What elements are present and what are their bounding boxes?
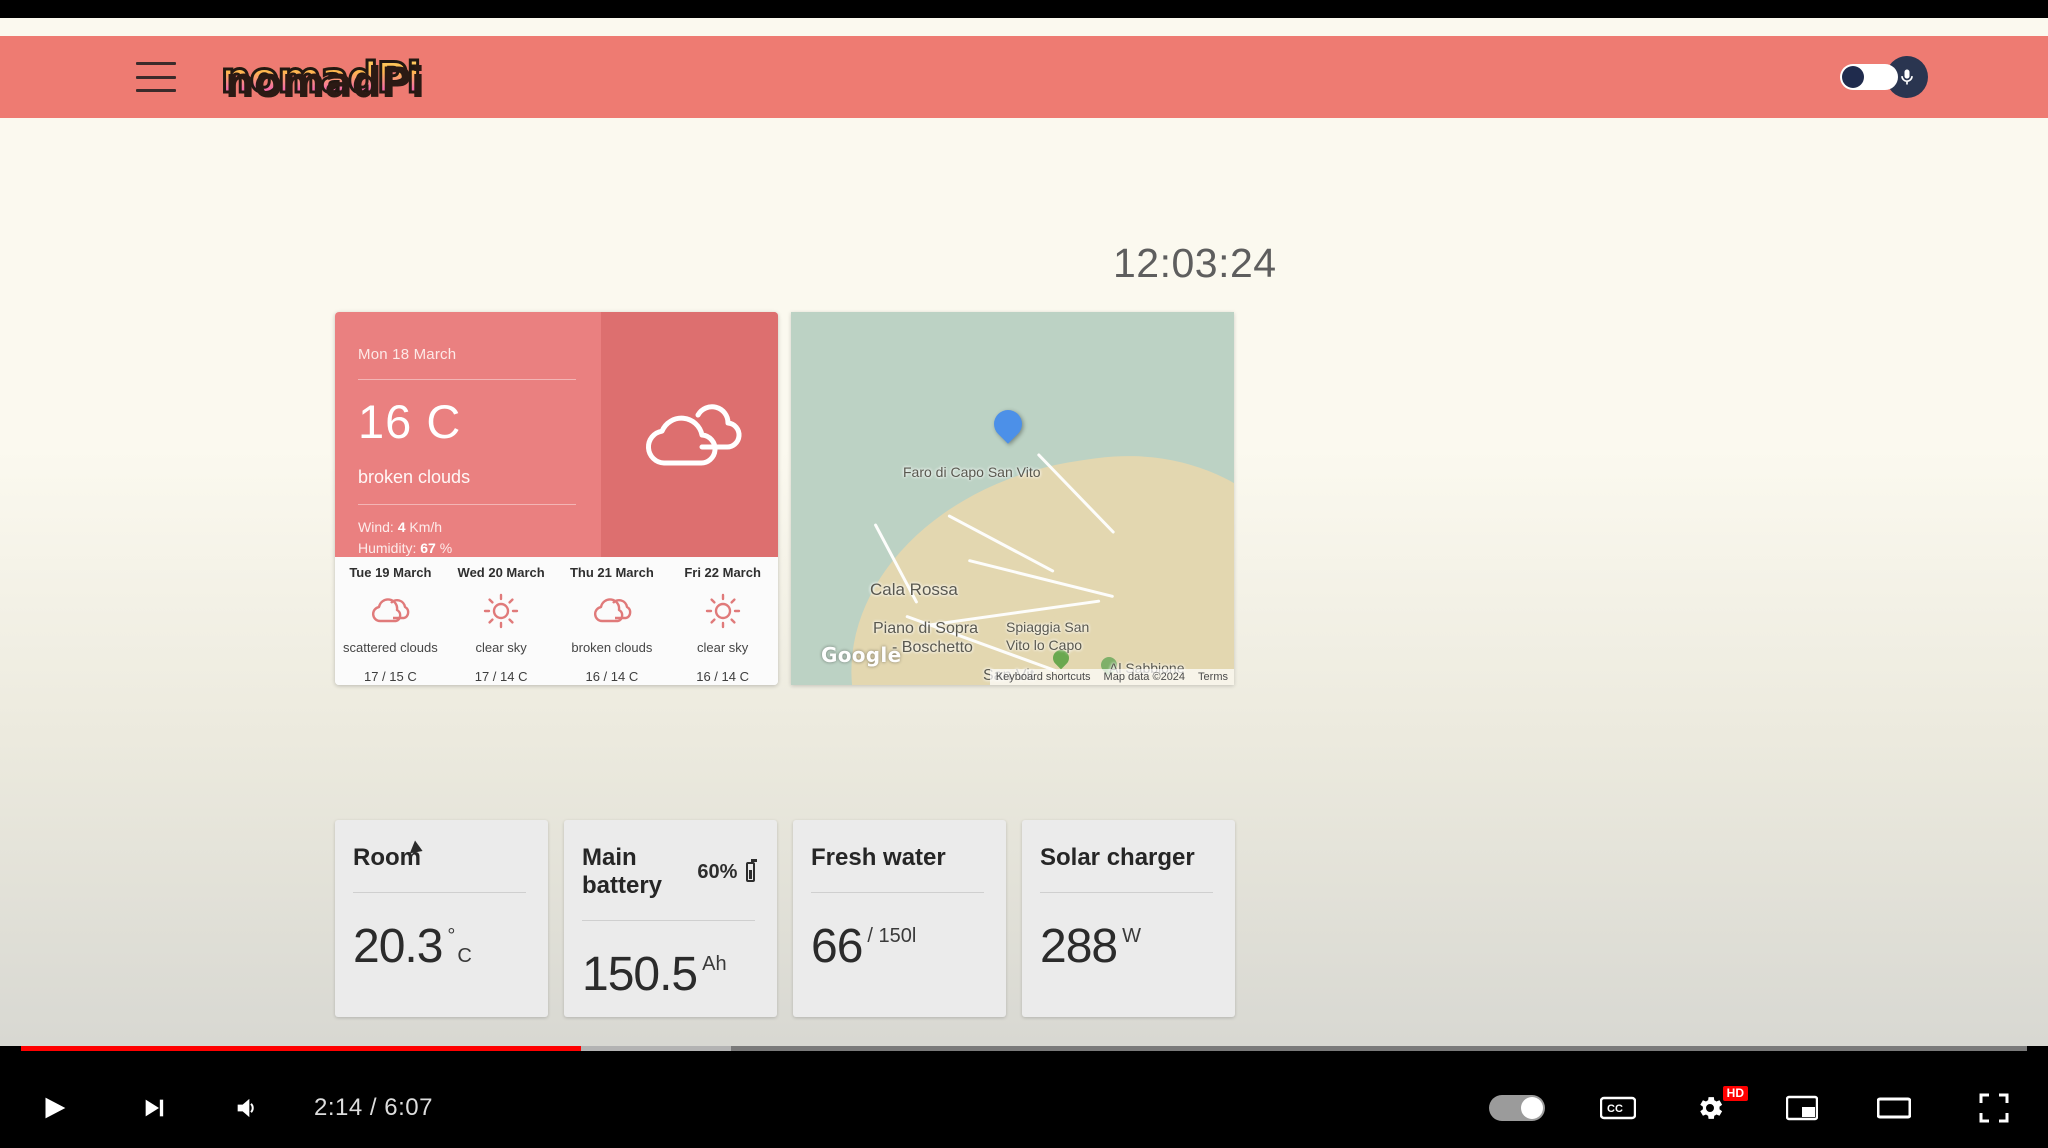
clock: 12:03:24	[1113, 240, 1277, 286]
forecast-temps: 17 / 15 C	[363, 669, 417, 684]
broken-clouds-icon	[645, 403, 741, 466]
progress-bar[interactable]	[21, 1046, 2027, 1051]
forecast-description: scattered clouds	[343, 640, 438, 655]
player-controls: 2:14 / 6:07 CC HD	[0, 1028, 2048, 1148]
divider	[1040, 892, 1213, 893]
video-content[interactable]: nomadPi 12:03:24 Mon 18 March 16 C broke…	[0, 18, 2048, 1046]
fullscreen-icon[interactable]	[1940, 1068, 2048, 1148]
google-watermark: Google	[821, 643, 902, 667]
map-label: Piano di Sopra	[873, 620, 978, 637]
location-pin[interactable]	[988, 404, 1028, 444]
youtube-player: nomadPi 12:03:24 Mon 18 March 16 C broke…	[0, 0, 2048, 1148]
stat-unit: Ah	[702, 953, 727, 975]
forecast-temps: 17 / 14 C	[474, 669, 528, 684]
stat-value-group: 66 / 150l	[811, 919, 984, 974]
settings-button[interactable]: HD	[1664, 1068, 1756, 1148]
forecast-day-label: Fri 22 March	[684, 565, 761, 580]
stat-value-group: 288 W	[1040, 919, 1213, 974]
hd-badge: HD	[1722, 1086, 1748, 1102]
gear-icon	[1700, 1097, 1723, 1119]
map-label: Vito lo Capo	[1006, 637, 1083, 653]
closed-captions-icon[interactable]: CC	[1572, 1068, 1664, 1148]
weather-description: broken clouds	[358, 467, 471, 487]
stat-unit: / 150l	[867, 925, 917, 947]
forecast-description: clear sky	[475, 640, 527, 655]
weather-date: Mon 18 March	[358, 346, 457, 363]
app-header: nomadPi	[0, 36, 2048, 118]
forecast-temps: 16 / 14 C	[585, 669, 639, 684]
scattered-clouds-icon	[335, 588, 446, 634]
weather-temperature: 16 C	[358, 395, 462, 448]
stat-title-group: Main battery 60%	[582, 844, 757, 900]
forecast-day: Fri 22 March clear sky 16 / 14 C	[667, 565, 778, 685]
stat-card-main-battery[interactable]: Main battery 60% 150.5 Ah	[564, 820, 777, 1017]
stat-value: 66	[811, 920, 863, 973]
time-display: 2:14 / 6:07	[314, 1094, 433, 1121]
broken-clouds-icon	[557, 588, 668, 634]
clear-sky-icon	[667, 588, 778, 634]
stat-value: 288	[1040, 920, 1118, 973]
stat-card-solar-charger[interactable]: Solar charger 288 W	[1022, 820, 1235, 1017]
forecast-day: Wed 20 March clear sky 17 / 14 C	[446, 565, 557, 685]
forecast-temps: 16 / 14 C	[696, 669, 749, 684]
forecast-day-label: Thu 21 March	[569, 565, 654, 580]
divider	[582, 920, 755, 921]
power-toggle[interactable]	[1840, 64, 1898, 90]
header-controls	[1840, 56, 1928, 98]
theater-mode-icon[interactable]	[1848, 1068, 1940, 1148]
nomadpi-logo: nomadPi	[219, 51, 422, 103]
stat-title: Main battery	[582, 844, 663, 899]
map-label: Cala Rossa	[870, 580, 958, 599]
weather-current: Mon 18 March 16 C broken clouds Wind: 4 …	[335, 312, 778, 557]
stat-title: Room	[353, 844, 421, 871]
keyboard-shortcuts-link[interactable]: Keyboard shortcuts	[996, 671, 1091, 683]
clear-sky-icon	[446, 588, 557, 634]
svg-text:CC: CC	[1607, 1103, 1623, 1115]
map-card[interactable]: Faro di Capo San Vito Cala Rossa Piano d…	[791, 312, 1234, 685]
weather-card[interactable]: Mon 18 March 16 C broken clouds Wind: 4 …	[335, 312, 778, 685]
stat-unit-degree: °	[447, 925, 456, 947]
stat-value-group: 20.3 ° C	[353, 919, 526, 974]
battery-percent-badge: 60%	[697, 860, 738, 883]
stat-value: 20.3	[353, 920, 443, 973]
weather-forecast: Tue 19 March scattered clouds 17 / 15 C …	[335, 557, 778, 685]
forecast-description: clear sky	[696, 640, 749, 655]
weather-wind: Wind: 4 Km/h	[358, 519, 443, 535]
progress-played	[21, 1046, 581, 1051]
map-label: Faro di Capo San Vito	[903, 464, 1041, 480]
map-label: - Boschetto	[892, 639, 973, 656]
divider	[358, 379, 576, 380]
stat-value: 150.5	[582, 948, 698, 1001]
control-buttons: 2:14 / 6:07 CC HD	[0, 1068, 2048, 1148]
volume-icon[interactable]	[200, 1068, 292, 1148]
map-data-text: Map data ©2024	[1103, 671, 1186, 683]
divider	[353, 892, 526, 893]
weather-humidity: Humidity: 67 %	[358, 540, 453, 556]
stat-title: Fresh water	[811, 844, 946, 871]
forecast-description: broken clouds	[571, 640, 653, 655]
battery-icon	[746, 859, 757, 882]
weather-icon-panel	[601, 312, 778, 557]
divider	[811, 892, 984, 893]
stat-unit: W	[1122, 925, 1141, 947]
stat-title: Solar charger	[1040, 844, 1195, 871]
terms-link[interactable]: Terms	[1198, 671, 1228, 683]
right-controls: CC HD	[1462, 1068, 2048, 1148]
stat-card-fresh-water[interactable]: Fresh water 66 / 150l	[793, 820, 1006, 1017]
forecast-day: Tue 19 March scattered clouds 17 / 15 C	[335, 565, 446, 685]
stat-unit: C	[457, 945, 472, 967]
next-video-icon[interactable]	[108, 1068, 200, 1148]
forecast-day: Thu 21 March broken clouds 16 / 14 C	[557, 565, 668, 685]
forecast-day-label: Tue 19 March	[349, 565, 432, 580]
miniplayer-icon[interactable]	[1756, 1068, 1848, 1148]
play-icon[interactable]	[0, 1068, 108, 1148]
forecast-day-label: Wed 20 March	[457, 565, 545, 580]
autoplay-toggle[interactable]	[1462, 1068, 1572, 1148]
map-label: Spiaggia San	[1006, 619, 1090, 635]
map-attribution: Keyboard shortcuts Map data ©2024 Terms	[989, 669, 1234, 685]
stat-card-room[interactable]: Room 20.3 ° C	[335, 820, 548, 1017]
stat-value-group: 150.5 Ah	[582, 947, 755, 1002]
hamburger-menu-icon[interactable]	[136, 62, 176, 92]
